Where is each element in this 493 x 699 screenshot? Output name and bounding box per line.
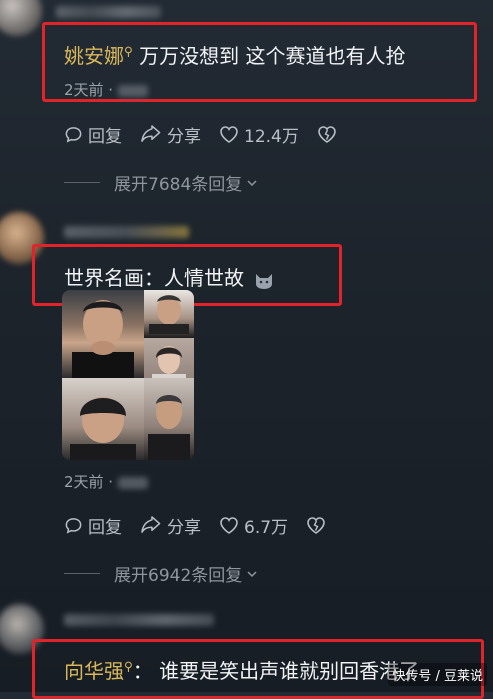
blurred-location — [117, 84, 148, 97]
avatar[interactable] — [0, 0, 42, 36]
like-count: 6.7万 — [244, 518, 289, 538]
blurred-username — [64, 614, 214, 626]
chat-bubble-icon — [65, 518, 82, 534]
photo-man-hand-chin — [144, 290, 194, 338]
comment-text: 姚安娜⚲ 万万没想到 这个赛道也有人抢 — [64, 40, 406, 69]
comment-body: 谁要是笑出声谁就别回香港了 — [159, 659, 420, 683]
blurred-location — [117, 476, 148, 489]
comment-separator: ： — [132, 659, 153, 683]
photo-man-suit — [144, 378, 194, 460]
reply-button[interactable]: 回复 — [64, 122, 122, 147]
photo-man-thinking — [62, 290, 144, 378]
comment-username[interactable]: 向华强 — [64, 659, 124, 683]
photo-woman — [144, 338, 194, 378]
reply-button[interactable]: 回复 — [64, 513, 122, 538]
dislike-button[interactable] — [306, 516, 331, 535]
comment-text: 向华强⚲： 谁要是笑出声谁就别回香港了 — [64, 655, 419, 684]
heart-icon — [220, 517, 238, 534]
expand-replies-label: 展开7684条回复 — [114, 175, 243, 195]
comment-body: 世界名画：人情世故 — [64, 266, 244, 290]
expand-replies-label: 展开6942条回复 — [114, 566, 243, 586]
blurred-username — [56, 6, 161, 18]
share-button[interactable]: 分享 — [140, 513, 201, 538]
watermark: 快传号 / 豆莱说 — [388, 663, 487, 686]
heart-icon — [220, 126, 238, 143]
like-button[interactable]: 6.7万 — [219, 513, 288, 538]
reply-label: 回复 — [88, 518, 122, 538]
share-label: 分享 — [167, 518, 201, 538]
broken-heart-icon — [318, 126, 336, 143]
share-arrow-icon — [141, 125, 161, 142]
dislike-button[interactable] — [317, 125, 342, 144]
chat-bubble-icon — [65, 127, 82, 143]
photo-column-right-top — [144, 290, 194, 378]
chevron-down-icon — [247, 179, 257, 186]
comment-time: 2天前 · — [64, 473, 118, 491]
comment-text: 世界名画：人情世故 — [64, 262, 274, 291]
comment-meta: 2天前 · — [64, 79, 148, 100]
photo-man-beanie — [62, 378, 144, 460]
comment-meta: 2天前 · — [64, 471, 148, 492]
expand-replies[interactable]: 展开6942条回复 — [64, 561, 259, 586]
blurred-username — [64, 226, 189, 238]
comment-time: 2天前 · — [64, 81, 118, 99]
share-button[interactable]: 分享 — [140, 122, 201, 147]
chevron-down-icon — [247, 570, 257, 577]
divider — [64, 573, 100, 574]
divider — [64, 182, 100, 183]
comment-image-collage[interactable] — [62, 290, 194, 460]
expand-replies[interactable]: 展开7684条回复 — [64, 170, 259, 195]
like-count: 12.4万 — [244, 127, 299, 147]
search-badge-icon: ⚲ — [124, 44, 133, 59]
share-arrow-icon — [141, 516, 161, 533]
share-label: 分享 — [167, 127, 201, 147]
like-button[interactable]: 12.4万 — [219, 122, 299, 147]
reply-label: 回复 — [88, 127, 122, 147]
search-badge-icon: ⚲ — [124, 659, 133, 674]
cat-emoji-icon — [254, 271, 274, 289]
comment-actions: 回复 分享 12.4万 — [64, 122, 360, 147]
comment-username[interactable]: 姚安娜 — [64, 44, 124, 68]
comment-body: 万万没想到 这个赛道也有人抢 — [139, 44, 406, 68]
comment-actions: 回复 分享 6.7万 — [64, 513, 349, 538]
broken-heart-icon — [307, 517, 325, 534]
